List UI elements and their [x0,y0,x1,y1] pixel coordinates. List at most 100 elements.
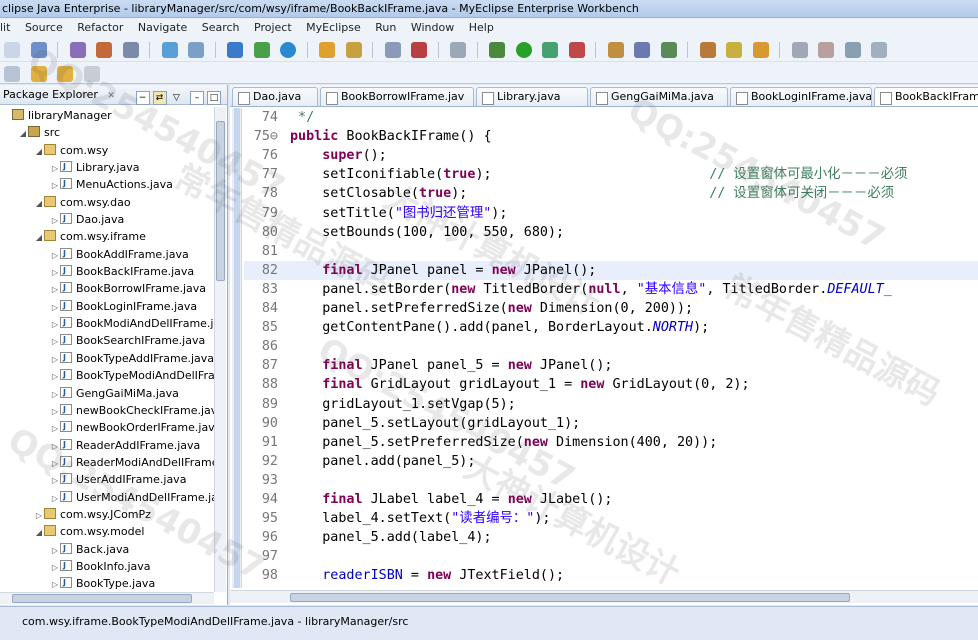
menu-navigate[interactable]: Navigate [138,18,187,38]
tree-item[interactable]: ◢ com.wsy.dao [0,194,214,211]
code-line[interactable]: 96 panel_5.add(label_4); [244,528,978,547]
forward-icon[interactable] [83,66,100,82]
tree-twisty-icon[interactable]: ▷ [50,281,60,298]
folder-open-icon[interactable] [752,42,769,58]
tree-twisty-icon[interactable]: ▷ [50,316,60,333]
new-class-icon[interactable] [607,42,624,58]
tree-item[interactable]: ▷ UserModiAndDelIFrame.jav [0,488,214,507]
code-line[interactable]: 87 final JPanel panel_5 = new JPanel(); [244,356,978,375]
tree-item[interactable]: ▷ Back.java [0,540,214,559]
maximize-view-icon[interactable]: □ [207,91,221,105]
code-line[interactable]: 92 panel.add(panel_5); [244,452,978,471]
tree-twisty-icon[interactable]: ▷ [50,490,60,507]
code-line[interactable]: 88 final GridLayout gridLayout_1 = new G… [244,375,978,394]
package-icon[interactable] [96,42,112,58]
tree-item[interactable]: ◢ com.wsy.model [0,523,214,540]
tree-twisty-icon[interactable]: ◢ [34,143,44,160]
menu-source[interactable]: Source [25,18,63,38]
minimize-view-icon[interactable]: – [190,91,204,105]
back-icon[interactable] [30,66,47,82]
tree-twisty-icon[interactable]: ▷ [50,576,60,592]
code-line[interactable]: 95 label_4.setText("读者编号："); [244,509,978,528]
tree-twisty-icon[interactable]: ▷ [50,247,60,264]
code-line[interactable]: 81 [244,242,978,261]
editor-tab[interactable]: BookLoginIFrame.java [730,87,872,106]
deploy-icon[interactable] [122,42,139,58]
menu-myeclipse[interactable]: MyEclipse [306,18,361,38]
tree-item[interactable]: ▷ BookAddIFrame.java [0,245,214,264]
code-line[interactable]: 86 [244,337,978,356]
editor-tab[interactable]: BookBackIFrame [874,87,978,106]
tree-twisty-icon[interactable]: ▷ [50,559,60,576]
tree-twisty-icon[interactable]: ▷ [50,542,60,559]
tree-item[interactable]: ▷ ReaderAddIFrame.java [0,436,214,455]
close-view-icon[interactable]: ✕ [107,91,115,101]
tree-item[interactable]: ▷ UserAddIFrame.java [0,470,214,488]
tree-twisty-icon[interactable]: ▷ [50,368,60,385]
debug-icon[interactable] [489,42,505,58]
code-line[interactable]: 98 readerISBN = new JTextField(); [244,566,978,585]
annotation-icon[interactable] [791,42,808,58]
tree-item[interactable]: libraryManager [0,107,214,124]
tree-twisty-icon[interactable]: ▷ [50,264,60,281]
web-icon[interactable] [188,42,204,58]
tree-twisty-icon[interactable]: ◢ [34,195,44,212]
code-line[interactable]: 97 [244,547,978,566]
tree-item[interactable]: ▷ BookLoginIFrame.java [0,297,214,316]
editor-tab[interactable]: Library.java [476,87,588,106]
tree-item[interactable]: ▷ BookSearchIFrame.java [0,331,214,350]
menu-help[interactable]: Help [469,18,494,38]
tree-item[interactable]: ▷ newBookOrderIFrame.java [0,418,214,436]
code-line[interactable]: 89 gridLayout_1.setVgap(5); [244,395,978,414]
stop-icon[interactable] [411,42,427,58]
tree-item[interactable]: ▷ BookModiAndDelIFrame.jav [0,314,214,333]
next-annotation-icon[interactable] [818,42,834,58]
tree-item[interactable]: ▷ MenuActions.java [0,175,214,193]
tree-item[interactable]: ▷ BookInfo.java [0,557,214,576]
build-icon[interactable] [69,42,86,58]
editor-tab[interactable]: Dao.java [232,87,318,106]
tree-item[interactable]: ▷ BookType.java [0,574,214,592]
tree-twisty-icon[interactable]: ▷ [50,351,60,368]
menu-edit[interactable]: lit [0,18,10,38]
code-area[interactable]: 74 */75⊖ public BookBackIFrame() {76 supe… [230,108,978,588]
run-icon[interactable] [515,42,532,58]
editor-tab[interactable]: BookBorrowIFrame.jav [320,87,474,106]
tree-item[interactable]: ◢ src [0,124,214,141]
tree-item[interactable]: ▷ BookTypeAddIFrame.java [0,349,214,368]
coverage-icon[interactable] [568,42,585,58]
tree-item[interactable]: ▷ com.wsy.JComPz [0,506,214,523]
folder-icon[interactable] [345,42,362,58]
tree-twisty-icon[interactable]: ▷ [50,403,60,420]
collapse-all-icon[interactable]: − [135,91,150,105]
menu-search[interactable]: Search [202,18,240,38]
code-line[interactable]: 82 final JPanel panel = new JPanel(); [244,260,978,280]
open-file-icon[interactable] [699,42,716,58]
code-line[interactable]: 83 panel.setBorder(new TitledBorder(null… [244,280,978,299]
menu-project[interactable]: Project [254,18,292,38]
menu-refactor[interactable]: Refactor [77,18,123,38]
tree-twisty-icon[interactable]: ◢ [34,524,44,541]
tree-item[interactable]: ▷ GengGaiMiMa.java [0,384,214,403]
save-icon[interactable] [30,42,47,58]
tree-item[interactable]: ◢ com.wsy.iframe [0,228,214,245]
code-line[interactable]: 93 [244,471,978,490]
open-folder-icon[interactable] [319,42,335,58]
editor-scroll-thumb[interactable] [290,593,850,602]
tree-twisty-icon[interactable]: ◢ [34,229,44,246]
menu-run[interactable]: Run [375,18,396,38]
code-line[interactable]: 85 getContentPane().add(panel, BorderLay… [244,318,978,337]
tree-twisty-icon[interactable]: ▷ [50,438,60,455]
last-edit-icon[interactable] [4,66,20,82]
tree-twisty-icon[interactable]: ▷ [50,386,60,403]
back-arrow-icon[interactable] [57,66,73,82]
code-line[interactable]: 76 super(); [244,146,978,165]
tree-scroll-thumb[interactable] [216,121,225,281]
link-with-editor-icon[interactable]: ⇄ [152,91,167,105]
run-external-icon[interactable] [542,42,558,58]
tree-twisty-icon[interactable]: ▷ [50,333,60,350]
tree-twisty-icon[interactable]: ▷ [50,299,60,316]
new-package-icon[interactable] [634,42,650,58]
tree-twisty-icon[interactable]: ▷ [50,455,60,472]
server-icon[interactable] [161,42,178,58]
